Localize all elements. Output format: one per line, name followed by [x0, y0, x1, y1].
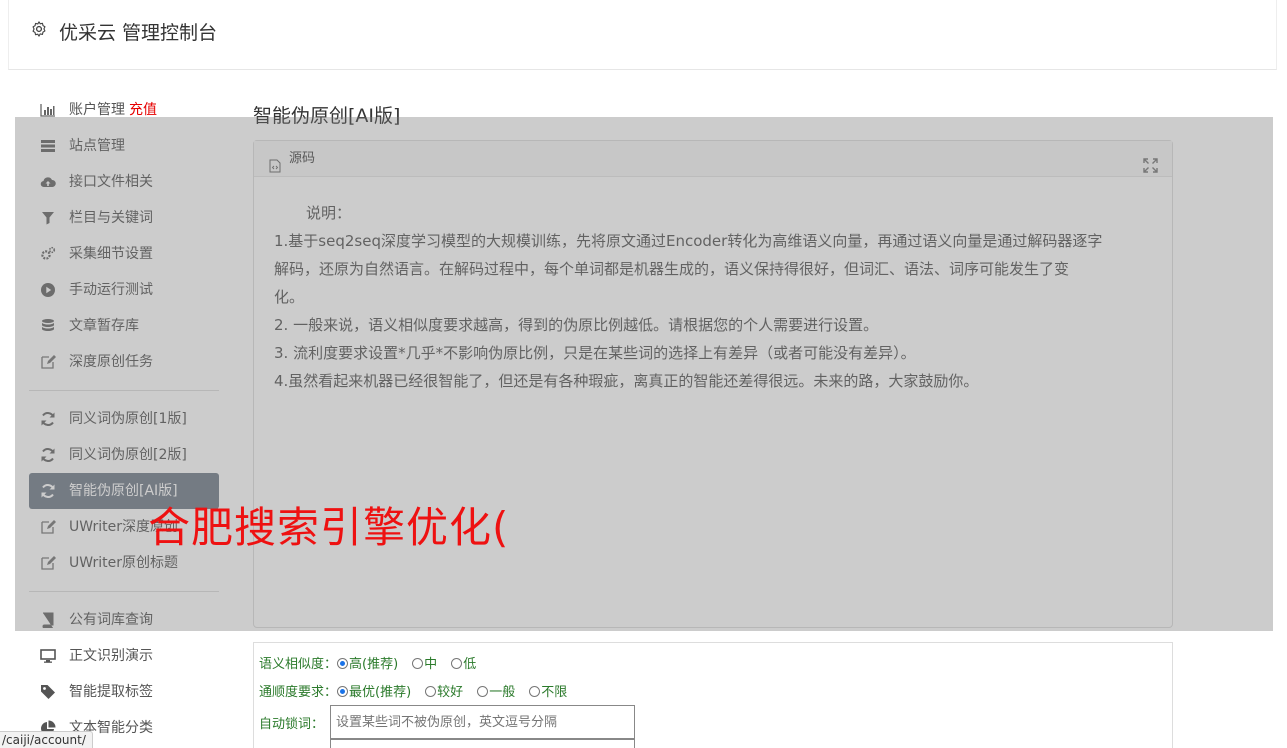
bar-chart-icon — [40, 102, 56, 118]
radio-unchecked[interactable] — [529, 686, 541, 697]
sidebar-item[interactable]: 智能提取标签 — [29, 674, 219, 710]
sidebar-item-label: 账户管理 — [69, 102, 125, 118]
watermark-text: 合肥搜索引擎优化( — [148, 503, 510, 552]
gear-icon — [30, 20, 48, 38]
sidebar-item-label: 正文识别演示 — [69, 648, 153, 664]
fluency-option-normal[interactable]: 一般 — [477, 685, 515, 700]
radio-unchecked[interactable] — [425, 686, 437, 697]
top-header: 优采云 管理控制台 — [8, 0, 1277, 70]
fluency-option-any[interactable]: 不限 — [529, 685, 567, 700]
secondary-input[interactable] — [330, 739, 635, 748]
tag-icon — [40, 684, 56, 700]
fluency-row: 通顺度要求： 最优(推荐) 较好 一般 不限 — [259, 681, 581, 700]
fluency-label: 通顺度要求： — [259, 685, 338, 700]
similarity-label: 语义相似度： — [259, 657, 338, 672]
radio-unchecked[interactable] — [477, 686, 489, 697]
similarity-option-low[interactable]: 低 — [451, 657, 476, 672]
radio-checked[interactable] — [337, 658, 349, 669]
radio-unchecked[interactable] — [451, 658, 463, 669]
similarity-option-mid[interactable]: 中 — [412, 657, 437, 672]
monitor-icon — [40, 648, 56, 664]
fluency-option-best[interactable]: 最优(推荐) — [337, 685, 411, 700]
similarity-row: 语义相似度： 高(推荐) 中低 — [259, 653, 490, 672]
lock-words-input[interactable] — [330, 705, 635, 739]
lock-label: 自动锁词： — [259, 717, 325, 732]
similarity-option-high[interactable]: 高(推荐) — [337, 657, 398, 672]
lock-row: 自动锁词： — [259, 713, 324, 732]
radio-checked[interactable] — [337, 686, 349, 697]
sidebar-item[interactable]: 正文识别演示 — [29, 638, 219, 674]
status-url: /caiji/account/ — [0, 731, 93, 748]
options-form: 语义相似度： 高(推荐) 中低 通顺度要求： 最优(推荐) 较好 一般 不限 自动锁词： — [253, 642, 1173, 748]
sidebar-item-label: 智能提取标签 — [69, 684, 153, 700]
app-title: 优采云 管理控制台 — [59, 22, 218, 44]
recharge-link[interactable]: 充值 — [129, 102, 157, 118]
fluency-option-good[interactable]: 较好 — [425, 685, 463, 700]
radio-unchecked[interactable] — [412, 658, 424, 669]
